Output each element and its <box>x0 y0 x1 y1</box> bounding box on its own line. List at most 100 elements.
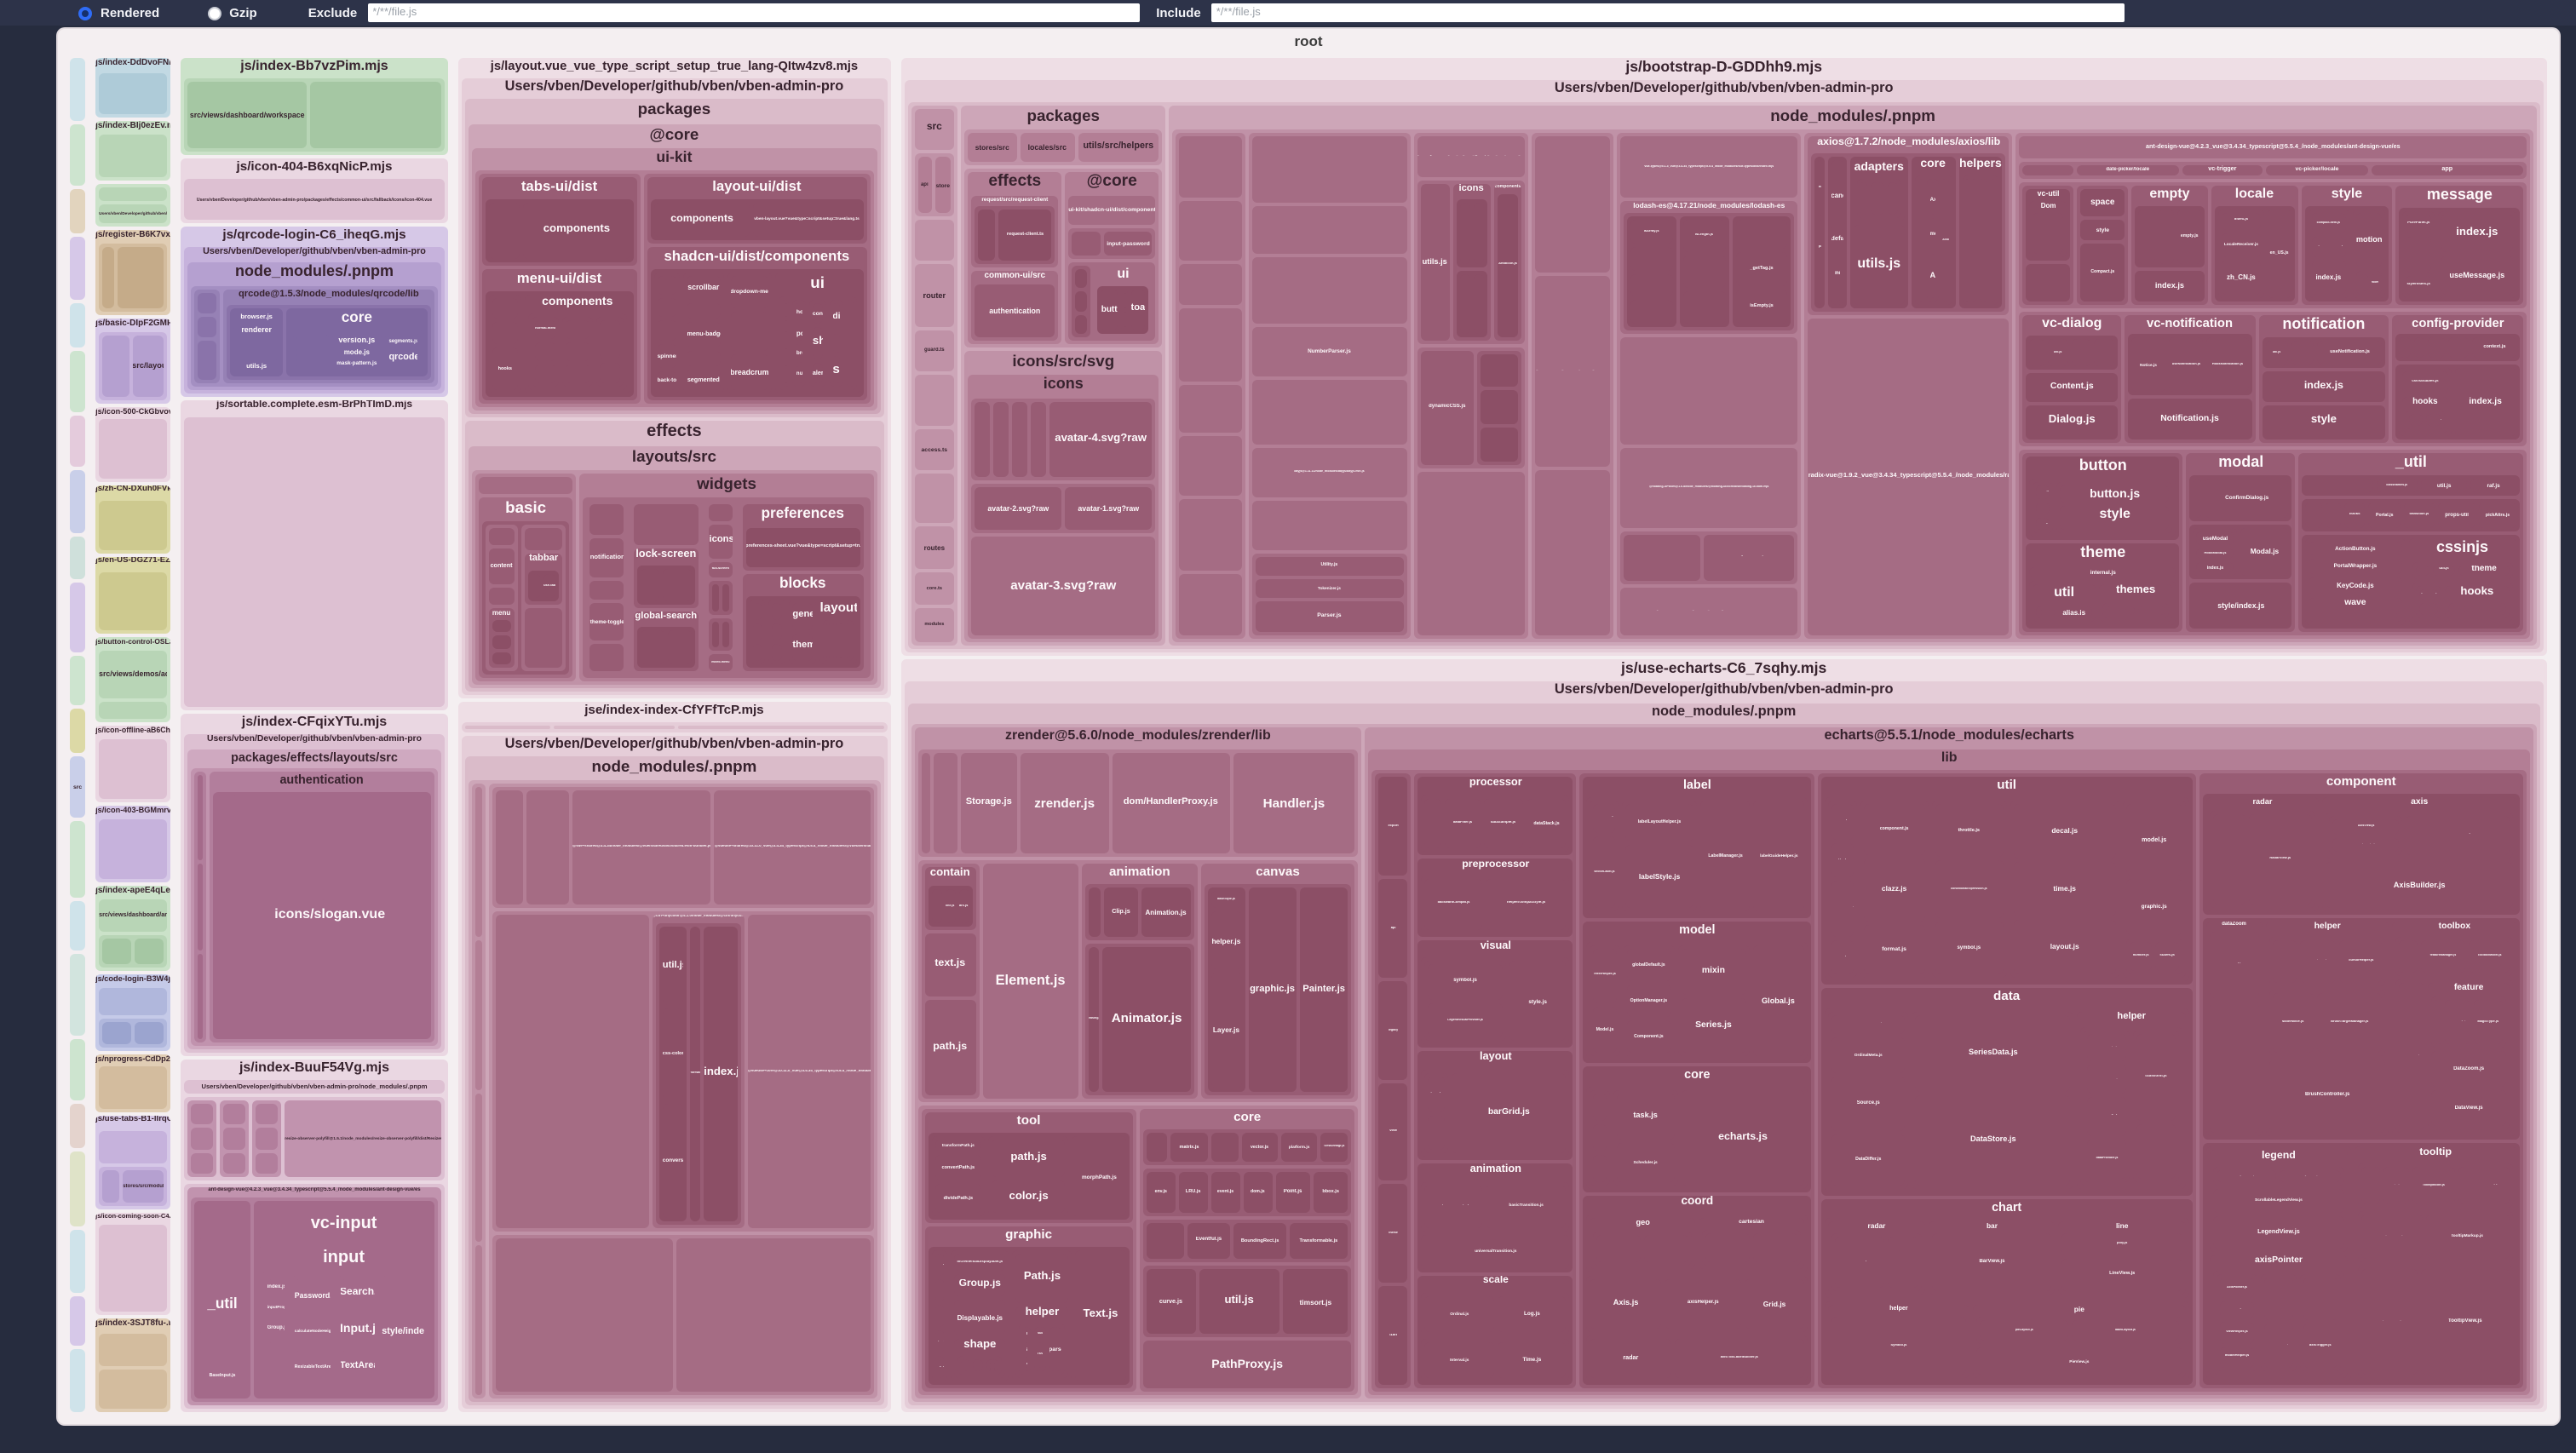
treemap-node[interactable]: components <box>486 199 634 261</box>
treemap-node[interactable]: effectsrequest/src/request-clientrequest… <box>964 168 1162 347</box>
treemap-node[interactable]: Parser.js <box>1256 601 1404 632</box>
treemap-node[interactable]: theme <box>1378 1185 1407 1284</box>
treemap-node[interactable]: util.js <box>2433 566 2456 576</box>
treemap-node[interactable]: Ordinal.js <box>1425 1296 1494 1332</box>
treemap-node[interactable]: subPixelOptimize.jsroundSector.js <box>1034 1327 1045 1371</box>
treemap-node[interactable]: use-tabbar.ts <box>528 570 560 600</box>
treemap-node[interactable]: cursorHelper.js <box>2340 940 2383 983</box>
treemap-node[interactable]: icons/slogan.vue <box>213 791 431 1039</box>
treemap-node[interactable] <box>220 1100 249 1177</box>
treemap-node[interactable]: isLength.js <box>1680 216 1729 327</box>
treemap-node[interactable]: src/views/demos/access <box>99 650 167 699</box>
treemap-node[interactable]: utilgenPresetColor.jsstatistic.jsalias.j… <box>2033 584 2096 621</box>
treemap-node[interactable]: transformPath.js <box>934 1140 981 1152</box>
treemap-node[interactable] <box>1871 183 1884 215</box>
treemap-node[interactable] <box>256 1104 278 1125</box>
treemap-node[interactable] <box>1425 798 1442 848</box>
treemap-node[interactable]: timsort.js <box>1283 1269 1348 1335</box>
treemap-node[interactable] <box>1072 265 1090 337</box>
treemap-node[interactable]: backwardCompat.js <box>1425 879 1483 929</box>
treemap-node[interactable] <box>70 190 85 233</box>
treemap-node[interactable]: LegendVisualProvider.js <box>1429 1002 1503 1038</box>
treemap-node[interactable]: GestureMgr.js <box>1320 1133 1348 1162</box>
treemap-node[interactable]: Source.js <box>1831 1077 1906 1131</box>
treemap-node[interactable]: utils.js <box>1420 184 1449 340</box>
treemap-node[interactable]: back-top <box>657 370 676 390</box>
treemap-node[interactable] <box>1624 535 1700 582</box>
treemap-node[interactable] <box>194 772 205 1042</box>
treemap-node[interactable]: Storage.js <box>960 752 1017 853</box>
treemap-node[interactable] <box>1630 247 1673 270</box>
treemap-node[interactable]: js/icon-offline-aB6Ch2zm.mjs <box>95 726 170 802</box>
treemap-node[interactable] <box>1179 384 1241 432</box>
treemap-node[interactable]: icons/slogan.vue <box>233 795 428 1036</box>
treemap-node[interactable]: modelreferHelper.jsModel.jsglobalDefault… <box>1584 922 1811 1064</box>
treemap-node[interactable]: layoutpoints.jsbarGrid.js <box>1418 1052 1573 1161</box>
treemap-node[interactable]: util.js <box>2421 480 2467 493</box>
treemap-node[interactable] <box>640 569 660 600</box>
treemap-node[interactable]: tabs-ui/distcomponents <box>482 177 637 265</box>
treemap-node[interactable]: locales/src <box>1020 134 1074 162</box>
treemap-node[interactable] <box>70 1105 85 1148</box>
treemap-node[interactable]: universalTransition.js <box>1422 1234 1570 1269</box>
treemap-node[interactable]: js/index-DdDvoFNB.mjsjs/index-BIj0ezEv.m… <box>92 55 174 1416</box>
treemap-node[interactable]: index.js <box>704 927 737 1221</box>
treemap-node[interactable]: dataFilter.jsdataSample.jsdataStack.js <box>1422 795 1570 852</box>
treemap-node[interactable]: AxiosError.jsmergeConfig.jsAxios.js <box>1926 180 1939 302</box>
treemap-node[interactable]: ToolboxModel.js <box>2470 940 2510 972</box>
treemap-node[interactable] <box>1075 291 1087 311</box>
treemap-node[interactable]: SaveAsImage.js <box>2446 1001 2470 1044</box>
treemap-node[interactable]: cssVariables.jshooksuseTheme.js <box>2400 368 2452 436</box>
treemap-node[interactable] <box>99 987 167 1015</box>
treemap-node[interactable] <box>565 319 589 338</box>
treemap-node[interactable]: globalDefault.js <box>1626 949 1671 981</box>
treemap-node[interactable] <box>839 623 842 657</box>
treemap-node[interactable]: style/index.js <box>382 1277 423 1388</box>
treemap-node[interactable] <box>535 365 555 383</box>
treemap-node[interactable]: button-group.js <box>2037 518 2050 530</box>
treemap-node[interactable]: BaseAxisPointer.js <box>2262 1274 2297 1371</box>
treemap-node[interactable]: listComponent.jscursorHelper.js <box>2269 937 2386 986</box>
treemap-node[interactable]: Circle.jsRing.jsPolyline.jsRect.jsEllips… <box>957 1357 1003 1375</box>
treemap-node[interactable]: component.js <box>1864 804 1924 854</box>
treemap-node[interactable]: tabs-ui/distcomponentsmenu-ui/disthooksc… <box>475 170 874 407</box>
treemap-node[interactable]: qrcode@1.5.3/node_modules/qrcode/libbrow… <box>223 289 434 383</box>
treemap-node[interactable] <box>220 976 226 1032</box>
treemap-node[interactable] <box>2400 940 2417 972</box>
treemap-node[interactable]: zoom.js <box>2356 272 2383 295</box>
treemap-node[interactable]: Interval.jsTime.js <box>1422 1339 1570 1381</box>
treemap-node[interactable] <box>2428 338 2444 358</box>
treemap-node[interactable]: index.jsLocaleReceiver.jszh_CN.jsen_US.j… <box>2215 206 2295 302</box>
treemap-node[interactable] <box>1473 204 1483 263</box>
treemap-node[interactable]: global-search <box>633 612 699 671</box>
treemap-node[interactable]: DataView.js <box>2431 1090 2506 1126</box>
treemap-node[interactable] <box>752 602 761 619</box>
treemap-node[interactable]: vc-input <box>257 1204 431 1244</box>
treemap-node[interactable] <box>1459 204 1469 263</box>
treemap-node[interactable]: request-client.ts <box>975 206 1055 263</box>
treemap-node[interactable]: text.js <box>924 933 975 996</box>
treemap-node[interactable]: index.js <box>2197 563 2234 573</box>
treemap-node[interactable]: widgetsnotificationtheme-togglelock-scre… <box>580 474 874 681</box>
treemap-node[interactable]: compactseed.jsdark <box>2106 606 2135 615</box>
treemap-node[interactable]: scrollbar <box>687 275 721 301</box>
treemap-node[interactable]: throttle.jsconditionalExpression.jssymbo… <box>1931 801 2007 978</box>
treemap-node[interactable]: bbox.js <box>1314 1172 1348 1212</box>
treemap-node[interactable]: app <box>2372 164 2524 175</box>
treemap-node[interactable]: buttonTypes.jsbutton-group.js <box>2033 483 2054 533</box>
treemap-node[interactable]: qrcode.js <box>388 349 417 366</box>
treemap-node[interactable]: layout.js <box>2014 920 2116 974</box>
treemap-node[interactable]: jse/index-index-CfYFfTcP.mjsUsers/vben/D… <box>458 701 891 1412</box>
treemap-node[interactable]: js/register-B6K7vxzb.mjs <box>95 230 170 315</box>
treemap-node[interactable]: BaseInput.js <box>198 1357 246 1395</box>
treemap-node[interactable]: buttontooltiptoast <box>1098 286 1148 334</box>
treemap-node[interactable] <box>70 536 85 579</box>
treemap-node[interactable] <box>492 652 511 663</box>
treemap-node[interactable] <box>220 858 226 914</box>
treemap-node[interactable]: uibuttontooltiptoast <box>1068 261 1155 341</box>
treemap-node[interactable] <box>479 477 573 493</box>
treemap-node[interactable]: spread.js <box>1965 180 1969 302</box>
treemap-node[interactable]: mixinSeries.js <box>1678 945 1749 1057</box>
treemap-node[interactable]: Painter.js <box>1300 888 1348 1093</box>
rendered-radio-label[interactable]: Rendered <box>101 5 159 20</box>
